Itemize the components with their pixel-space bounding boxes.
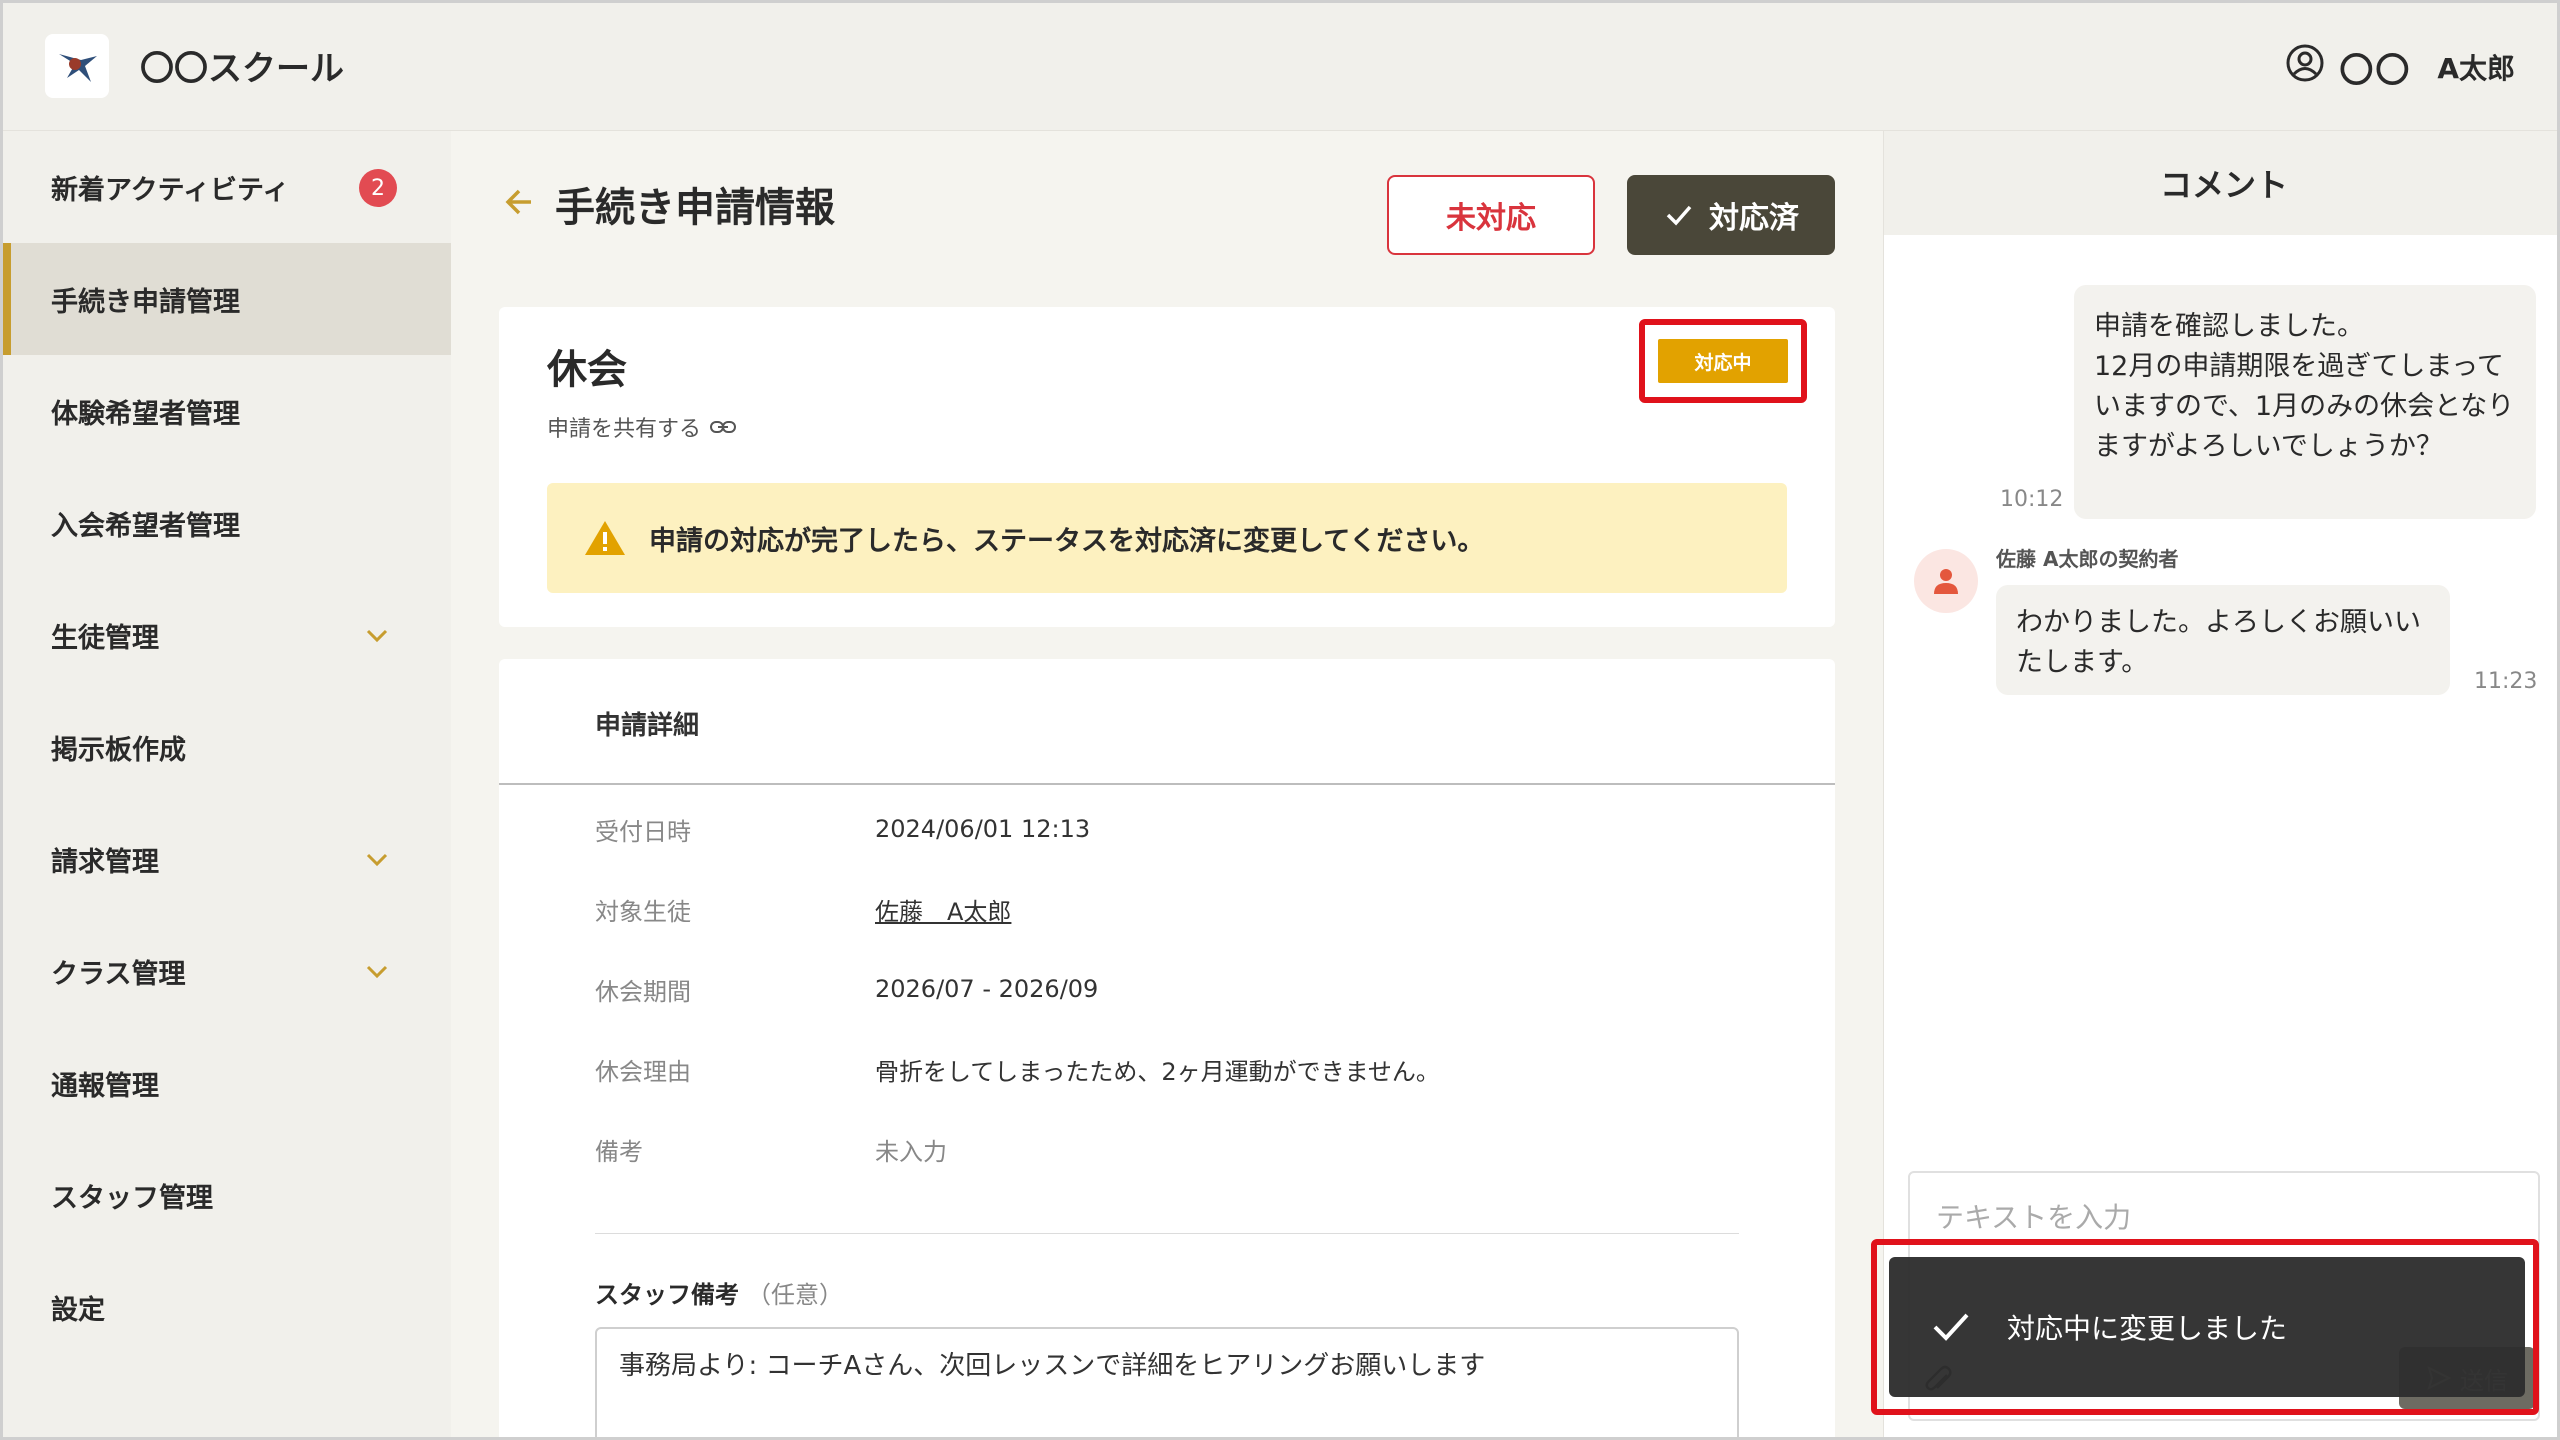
school-name: 〇〇スクール xyxy=(140,49,344,89)
student-link[interactable]: 佐藤 A太郎 xyxy=(875,892,1011,927)
comment-sender: 佐藤 A太郎の契約者 xyxy=(1996,547,2179,571)
link-icon xyxy=(710,421,737,433)
app-frame: 〇〇スクール 〇〇 A太郎 新着アクティビティ 2 手続き申請管理 体験希望者管… xyxy=(0,0,2560,1440)
divider xyxy=(499,783,1835,785)
staff-note-label: スタッフ備考 （任意） xyxy=(595,1275,843,1310)
status-badge: 対応中 xyxy=(1658,339,1788,383)
share-request-link[interactable]: 申請を共有する xyxy=(547,411,737,443)
notice-banner: 申請の対応が完了したら、ステータスを対応済に変更してください。 xyxy=(547,483,1787,593)
detail-value: 2024/06/01 12:13 xyxy=(875,815,1091,843)
school-logo[interactable] xyxy=(45,34,109,98)
sidebar-item-trial-applicants[interactable]: 体験希望者管理 xyxy=(3,355,451,467)
comment-text: 申請を確認しました。 12月の申請期限を過ぎてしまっていますので、1月のみの休会… xyxy=(2094,311,2515,462)
request-details-card: 申請詳細 受付日時 2024/06/01 12:13 対象生徒 佐藤 A太郎 休… xyxy=(499,659,1835,1437)
sidebar-item-bulletin-board[interactable]: 掲示板作成 xyxy=(3,691,451,803)
page-header: 手続き申請情報 xyxy=(499,175,835,233)
chevron-down-icon xyxy=(366,629,388,643)
sidebar-item-billing[interactable]: 請求管理 xyxy=(3,803,451,915)
detail-label: 休会理由 xyxy=(595,1057,691,1086)
person-icon xyxy=(1934,569,1958,594)
sidebar-item-label: 設定 xyxy=(51,1294,105,1326)
comment-panel-title: コメント xyxy=(1884,131,2557,235)
sidebar-item-staff[interactable]: スタッフ管理 xyxy=(3,1139,451,1251)
share-label: 申請を共有する xyxy=(547,417,702,442)
divider xyxy=(595,1233,1739,1234)
mark-pending-button[interactable]: 未対応 xyxy=(1387,175,1595,255)
sidebar-item-label: 通報管理 xyxy=(51,1070,159,1102)
comment-bubble-parent: わかりました。よろしくお願いいたします。 xyxy=(1996,585,2450,695)
sidebar-item-new-activity[interactable]: 新着アクティビティ 2 xyxy=(3,131,451,243)
detail-row-period: 休会期間 2026/07 - 2026/09 xyxy=(595,969,1098,1009)
chevron-down-icon xyxy=(366,965,388,979)
details-title: 申請詳細 xyxy=(595,711,700,741)
check-icon xyxy=(1666,205,1692,226)
detail-value: 骨折をしてしまったため、2ヶ月運動ができません。 xyxy=(875,1057,1440,1086)
sidebar-item-label: 生徒管理 xyxy=(51,622,159,654)
detail-label: 対象生徒 xyxy=(595,897,691,926)
request-summary-card: 休会 申請を共有する 対応中 申請の対応が完了したら、ステータスを対応済に変更し… xyxy=(499,307,1835,627)
user-org: 〇〇 xyxy=(2339,50,2412,91)
user-account-icon xyxy=(2285,43,2325,91)
sidebar-item-label: 請求管理 xyxy=(51,846,159,878)
warning-icon xyxy=(585,521,625,555)
notice-text: 申請の対応が完了したら、ステータスを対応済に変更してください。 xyxy=(649,525,1485,557)
sidebar-item-label: 体験希望者管理 xyxy=(51,398,240,430)
chevron-down-icon xyxy=(366,853,388,867)
request-type: 休会 xyxy=(547,347,627,393)
sidebar-item-label: クラス管理 xyxy=(51,958,186,990)
comment-text: わかりました。よろしくお願いいたします。 xyxy=(2016,607,2421,678)
comment-time: 11:23 xyxy=(2474,669,2538,694)
user-name: A太郎 xyxy=(2437,52,2515,85)
sidebar-item-label: 入会希望者管理 xyxy=(51,510,240,542)
notification-badge: 2 xyxy=(359,169,397,207)
main-content: 手続き申請情報 未対応 対応済 休会 申請を共有する 対応中 申請の対応が完了し… xyxy=(451,131,1883,1437)
avatar xyxy=(1914,549,1978,613)
sidebar-item-label: 新着アクティビティ xyxy=(51,174,290,206)
sidebar-item-classes[interactable]: クラス管理 xyxy=(3,915,451,1027)
back-arrow-icon[interactable] xyxy=(499,182,539,226)
app-header: 〇〇スクール 〇〇 A太郎 xyxy=(3,3,2557,131)
detail-row-reason: 休会理由 骨折をしてしまったため、2ヶ月運動ができません。 xyxy=(595,1049,1440,1089)
detail-label: 受付日時 xyxy=(595,817,691,846)
detail-value: 未入力 xyxy=(875,1137,947,1166)
optional-label: （任意） xyxy=(747,1281,843,1309)
staff-note-textarea[interactable]: 事務局より: コーチAさん、次回レッスンで詳細をヒアリングお願いします xyxy=(595,1327,1739,1437)
toast-highlight-box xyxy=(1871,1239,2539,1415)
sidebar-item-enrollment-applicants[interactable]: 入会希望者管理 xyxy=(3,467,451,579)
page-title: 手続き申請情報 xyxy=(555,185,835,231)
comment-input[interactable] xyxy=(1936,1187,2496,1247)
detail-value: 2026/07 - 2026/09 xyxy=(875,975,1099,1003)
detail-row-received-at: 受付日時 2024/06/01 12:13 xyxy=(595,809,1090,849)
mark-done-button[interactable]: 対応済 xyxy=(1627,175,1835,255)
status-highlight-box: 対応中 xyxy=(1639,319,1807,403)
comment-bubble-staff: 申請を確認しました。 12月の申請期限を過ぎてしまっていますので、1月のみの休会… xyxy=(2074,285,2536,519)
sidebar: 新着アクティビティ 2 手続き申請管理 体験希望者管理 入会希望者管理 生徒管理… xyxy=(3,131,451,1437)
sidebar-item-label: スタッフ管理 xyxy=(51,1182,213,1214)
sidebar-item-reports[interactable]: 通報管理 xyxy=(3,1027,451,1139)
sidebar-item-label: 手続き申請管理 xyxy=(51,286,240,318)
sidebar-item-students[interactable]: 生徒管理 xyxy=(3,579,451,691)
detail-row-notes: 備考 未入力 xyxy=(595,1129,947,1169)
detail-row-student: 対象生徒 佐藤 A太郎 xyxy=(595,889,1011,929)
detail-label: 備考 xyxy=(595,1137,643,1166)
comment-time: 10:12 xyxy=(2000,487,2064,512)
user-menu[interactable]: 〇〇 A太郎 xyxy=(2285,43,2515,91)
mark-done-label: 対応済 xyxy=(1709,201,1799,236)
sidebar-item-procedure-requests[interactable]: 手続き申請管理 xyxy=(3,243,451,355)
detail-label: 休会期間 xyxy=(595,977,691,1006)
sidebar-item-label: 掲示板作成 xyxy=(51,734,186,766)
staff-note-label-text: スタッフ備考 xyxy=(595,1281,739,1309)
sidebar-item-settings[interactable]: 設定 xyxy=(3,1251,451,1363)
